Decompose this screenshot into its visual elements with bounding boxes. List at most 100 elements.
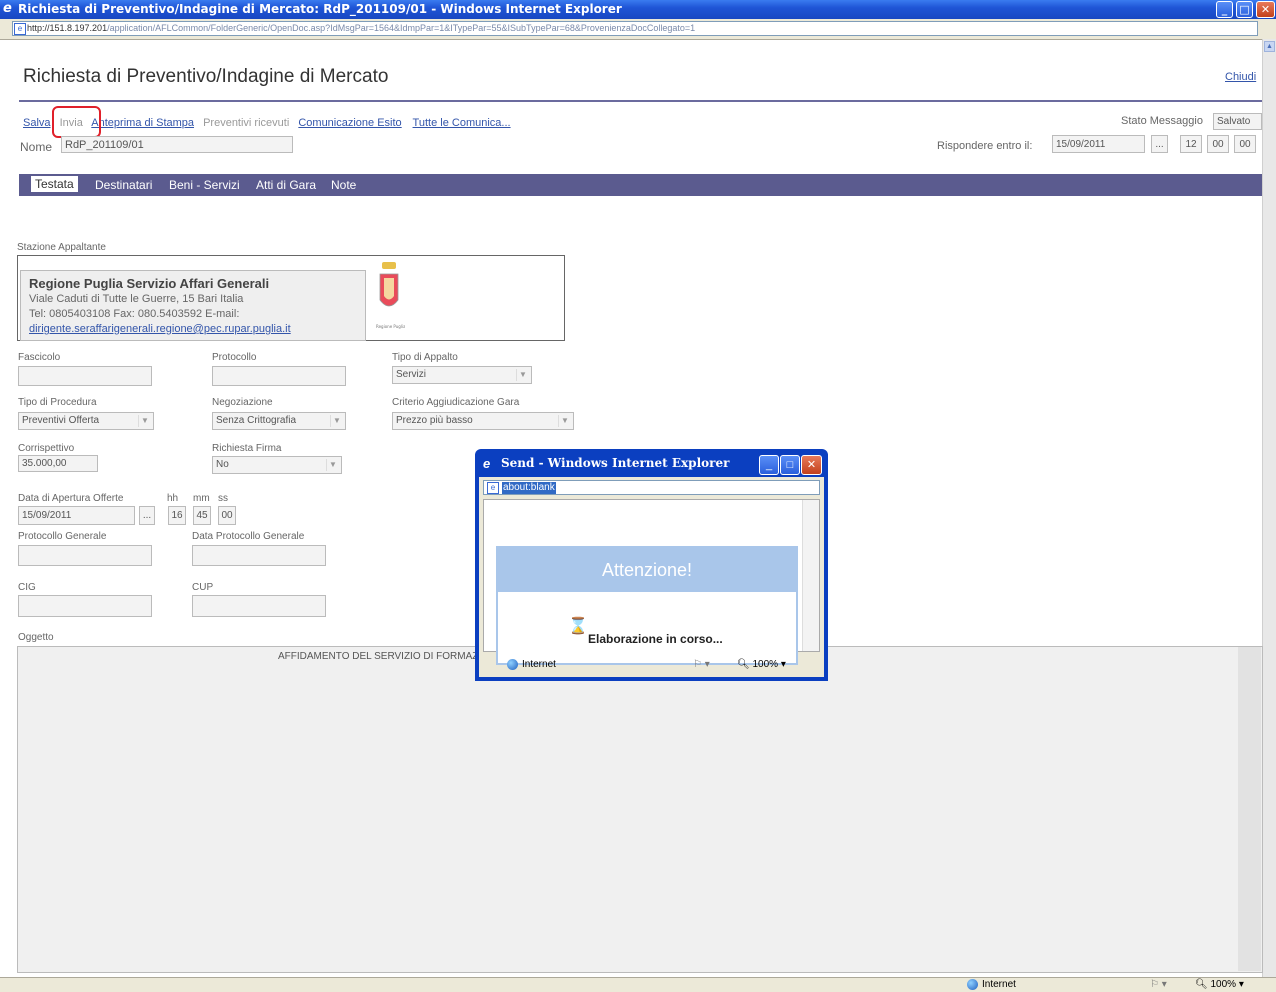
protocollo-label: Protocollo: [212, 352, 257, 363]
popup-zone-label: Internet: [522, 659, 556, 671]
oggetto-scrollbar[interactable]: [1238, 647, 1261, 971]
tab-beni-servizi[interactable]: Beni - Servizi: [169, 178, 240, 192]
tipo-appalto-select[interactable]: Servizi ▼: [392, 366, 532, 384]
apertura-mm-field[interactable]: 45: [193, 506, 211, 525]
cig-label: CIG: [18, 582, 36, 593]
header-divider: [19, 100, 1262, 102]
protected-mode-icon[interactable]: ⚐ ▾: [693, 659, 710, 670]
tab-testata[interactable]: Testata: [31, 176, 78, 192]
globe-icon: [967, 979, 978, 990]
protocollo-generale-label: Protocollo Generale: [18, 531, 107, 542]
tipo-procedura-select[interactable]: Preventivi Offerta ▼: [18, 412, 154, 430]
criterio-label: Criterio Aggiudicazione Gara: [392, 397, 520, 408]
anteprima-link[interactable]: Anteprima di Stampa: [91, 117, 194, 129]
negoziazione-select[interactable]: Senza Crittografia ▼: [212, 412, 346, 430]
data-protocollo-label: Data Protocollo Generale: [192, 531, 305, 542]
hourglass-icon: ⌛: [568, 618, 588, 635]
maximize-button[interactable]: □: [1236, 1, 1253, 18]
window-scrollbar[interactable]: ▲: [1262, 39, 1276, 977]
regione-puglia-logo: Regione Puglia: [373, 260, 406, 332]
popup-zoom-control[interactable]: 🔍︎ 100% ▾: [737, 659, 786, 670]
criterio-select[interactable]: Prezzo più basso ▼: [392, 412, 574, 430]
oggetto-label: Oggetto: [18, 632, 54, 643]
apertura-hh-field[interactable]: 16: [168, 506, 186, 525]
rispondere-date-field[interactable]: 15/09/2011: [1052, 135, 1145, 153]
tipo-procedura-value: Preventivi Offerta: [22, 415, 100, 426]
rispondere-date-button[interactable]: ...: [1151, 135, 1168, 153]
chiudi-link[interactable]: Chiudi: [1225, 71, 1256, 83]
rispondere-hh-field[interactable]: 12: [1180, 135, 1202, 153]
address-bar: e http://151.8.197.201/application/AFLCo…: [0, 19, 1276, 40]
tutte-comunicazioni-link[interactable]: Tutte le Comunica...: [413, 117, 511, 129]
ss-label: ss: [218, 493, 228, 504]
page-icon: e: [14, 23, 26, 35]
popup-close-button[interactable]: ✕: [801, 455, 822, 475]
browser-statusbar: Internet ⚐ ▾ 🔍︎ 100% ▾: [0, 977, 1276, 992]
cup-field[interactable]: [192, 595, 326, 617]
protocollo-generale-field[interactable]: [18, 545, 152, 566]
fascicolo-field[interactable]: [18, 366, 152, 386]
attention-dialog: Attenzione! ⌛ Elaborazione in corso...: [496, 546, 798, 665]
zoom-control[interactable]: 🔍︎ 100% ▾: [1195, 979, 1244, 990]
cup-label: CUP: [192, 582, 214, 593]
ie-icon: e: [3, 1, 12, 16]
page-title: Richiesta di Preventivo/Indagine di Merc…: [23, 66, 389, 87]
salva-link[interactable]: Salva: [23, 117, 51, 129]
hh-label: hh: [167, 493, 179, 504]
popup-minimize-button[interactable]: _: [759, 455, 779, 475]
comunicazione-link[interactable]: Comunicazione Esito: [298, 117, 401, 129]
cig-field[interactable]: [18, 595, 152, 617]
corrispettivo-field[interactable]: 35.000,00: [18, 455, 98, 472]
chevron-down-icon: ▼: [330, 415, 343, 427]
address-host: http://151.8.197.201: [27, 23, 108, 33]
tab-bar: Testata Destinatari Beni - Servizi Atti …: [19, 174, 1262, 196]
negoziazione-value: Senza Crittografia: [216, 415, 297, 426]
popup-body: e about:blank Attenzione! ⌛ Elaborazione…: [479, 477, 824, 677]
highlight-annotation: [52, 106, 101, 138]
popup-maximize-button[interactable]: □: [780, 455, 800, 475]
window-titlebar: e Richiesta di Preventivo/Indagine di Me…: [0, 0, 1276, 19]
nome-label: Nome: [20, 140, 53, 154]
address-input[interactable]: e http://151.8.197.201/application/AFLCo…: [12, 21, 1258, 36]
preventivi-link[interactable]: Preventivi ricevuti: [203, 117, 289, 129]
oggetto-textarea[interactable]: [17, 646, 1263, 973]
tab-atti-di-gara[interactable]: Atti di Gara: [256, 178, 316, 192]
stazione-name: Regione Puglia Servizio Affari Generali: [29, 276, 270, 291]
minimize-button[interactable]: _: [1216, 1, 1233, 18]
chevron-down-icon: ▼: [138, 415, 151, 427]
tipo-appalto-label: Tipo di Appalto: [392, 352, 458, 363]
apertura-date-field[interactable]: 15/09/2011: [18, 506, 135, 525]
tipo-appalto-value: Servizi: [396, 369, 427, 380]
rispondere-mm-field[interactable]: 00: [1207, 135, 1229, 153]
stazione-label: Stazione Appaltante: [17, 242, 106, 253]
popup-title: Send - Windows Internet Explorer: [501, 456, 730, 470]
popup-zone: Internet: [507, 659, 556, 670]
ie-icon: e: [483, 456, 491, 471]
stazione-address: Viale Caduti di Tutte le Guerre, 15 Bari…: [29, 293, 244, 305]
apertura-date-button[interactable]: ...: [139, 506, 155, 525]
processing-message: Elaborazione in corso...: [588, 632, 723, 646]
stato-label: Stato Messaggio: [1121, 115, 1203, 127]
tipo-procedura-label: Tipo di Procedura: [18, 397, 97, 408]
popup-address-input[interactable]: e about:blank: [483, 480, 820, 495]
stazione-contacts: Tel: 0805403108 Fax: 080.5403592 E-mail:: [29, 308, 240, 320]
apertura-ss-field[interactable]: 00: [218, 506, 236, 525]
rispondere-ss-field[interactable]: 00: [1234, 135, 1256, 153]
tab-note[interactable]: Note: [331, 178, 356, 192]
richiesta-firma-value: No: [216, 459, 229, 470]
data-protocollo-field[interactable]: [192, 545, 326, 566]
address-path: /application/AFLCommon/FolderGeneric/Ope…: [107, 23, 696, 33]
richiesta-firma-select[interactable]: No ▼: [212, 456, 342, 474]
page-icon: e: [487, 482, 499, 494]
stazione-email-link[interactable]: dirigente.seraffarigenerali.regione@pec.…: [29, 323, 291, 335]
close-button[interactable]: ✕: [1256, 1, 1275, 18]
scroll-up-icon[interactable]: ▲: [1264, 41, 1275, 52]
popup-scrollbar[interactable]: [802, 500, 819, 651]
popup-address-text: about:blank: [502, 482, 556, 494]
protected-mode-icon[interactable]: ⚐ ▾: [1150, 979, 1167, 990]
tab-destinatari[interactable]: Destinatari: [95, 178, 152, 192]
protocollo-field[interactable]: [212, 366, 346, 386]
window-title: Richiesta di Preventivo/Indagine di Merc…: [18, 2, 622, 16]
nome-field[interactable]: RdP_201109/01: [61, 136, 293, 153]
oggetto-text: AFFIDAMENTO DEL SERVIZIO DI FORMAZ: [278, 651, 479, 662]
